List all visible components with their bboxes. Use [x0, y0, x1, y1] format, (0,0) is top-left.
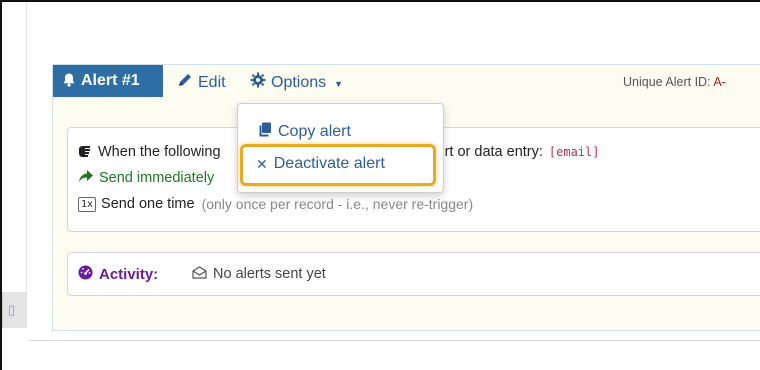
- window-top-border: [0, 0, 760, 2]
- options-label: Options: [271, 73, 327, 91]
- pencil-icon: [177, 72, 193, 93]
- share-arrow-icon: [78, 170, 93, 186]
- alert-title-text: Alert #1: [81, 72, 140, 89]
- hand-pointer-icon: [78, 145, 92, 160]
- activity-label: Activity:: [78, 265, 158, 284]
- alert-card-header: Alert #1 Edit Options ▼ Unique Alert ID:…: [53, 65, 760, 99]
- bell-icon: [63, 73, 75, 90]
- envelope-open-icon: [192, 266, 207, 282]
- send-immediately-line: Send immediately: [78, 170, 214, 186]
- copy-alert-label: Copy alert: [278, 123, 351, 140]
- left-scroll-handle[interactable]: ▯: [2, 292, 27, 328]
- deactivate-alert-label: Deactivate alert: [273, 155, 385, 172]
- activity-value-text: No alerts sent yet: [213, 266, 326, 282]
- edit-label: Edit: [198, 73, 226, 91]
- side-divider: [26, 2, 27, 302]
- gear-icon: [250, 72, 266, 93]
- send-once-line: 1x Send one time (only once per record -…: [78, 196, 473, 212]
- uid-label: Unique Alert ID:: [623, 75, 711, 89]
- trigger-condition-text: When the following: [98, 144, 221, 160]
- once-badge: 1x: [78, 196, 97, 212]
- bottom-divider: [28, 340, 760, 341]
- activity-value: No alerts sent yet: [192, 266, 326, 282]
- send-immediately-text: Send immediately: [99, 170, 215, 186]
- alert-title-badge: Alert #1: [53, 65, 163, 97]
- copy-icon: [258, 122, 272, 142]
- send-once-note: (only once per record - i.e., never re-t…: [201, 196, 474, 212]
- unique-alert-id: Unique Alert ID: A-: [623, 75, 726, 89]
- handle-glyph-icon: ▯: [8, 302, 16, 317]
- menu-item-copy-alert[interactable]: Copy alert: [258, 122, 351, 142]
- trigger-field-code: [email]: [548, 145, 600, 159]
- dashboard-gauge-icon: [78, 265, 93, 284]
- edit-button[interactable]: Edit: [177, 72, 226, 93]
- activity-box: Activity: No alerts sent yet: [67, 252, 760, 296]
- menu-item-deactivate-alert[interactable]: ✕ Deactivate alert: [256, 155, 385, 173]
- x-icon: ✕: [256, 155, 268, 172]
- options-dropdown-toggle[interactable]: Options ▼: [250, 72, 343, 93]
- send-once-text: Send one time: [101, 196, 195, 212]
- activity-label-text: Activity:: [99, 266, 159, 283]
- uid-value: A-: [713, 75, 726, 89]
- caret-down-icon: ▼: [334, 78, 344, 89]
